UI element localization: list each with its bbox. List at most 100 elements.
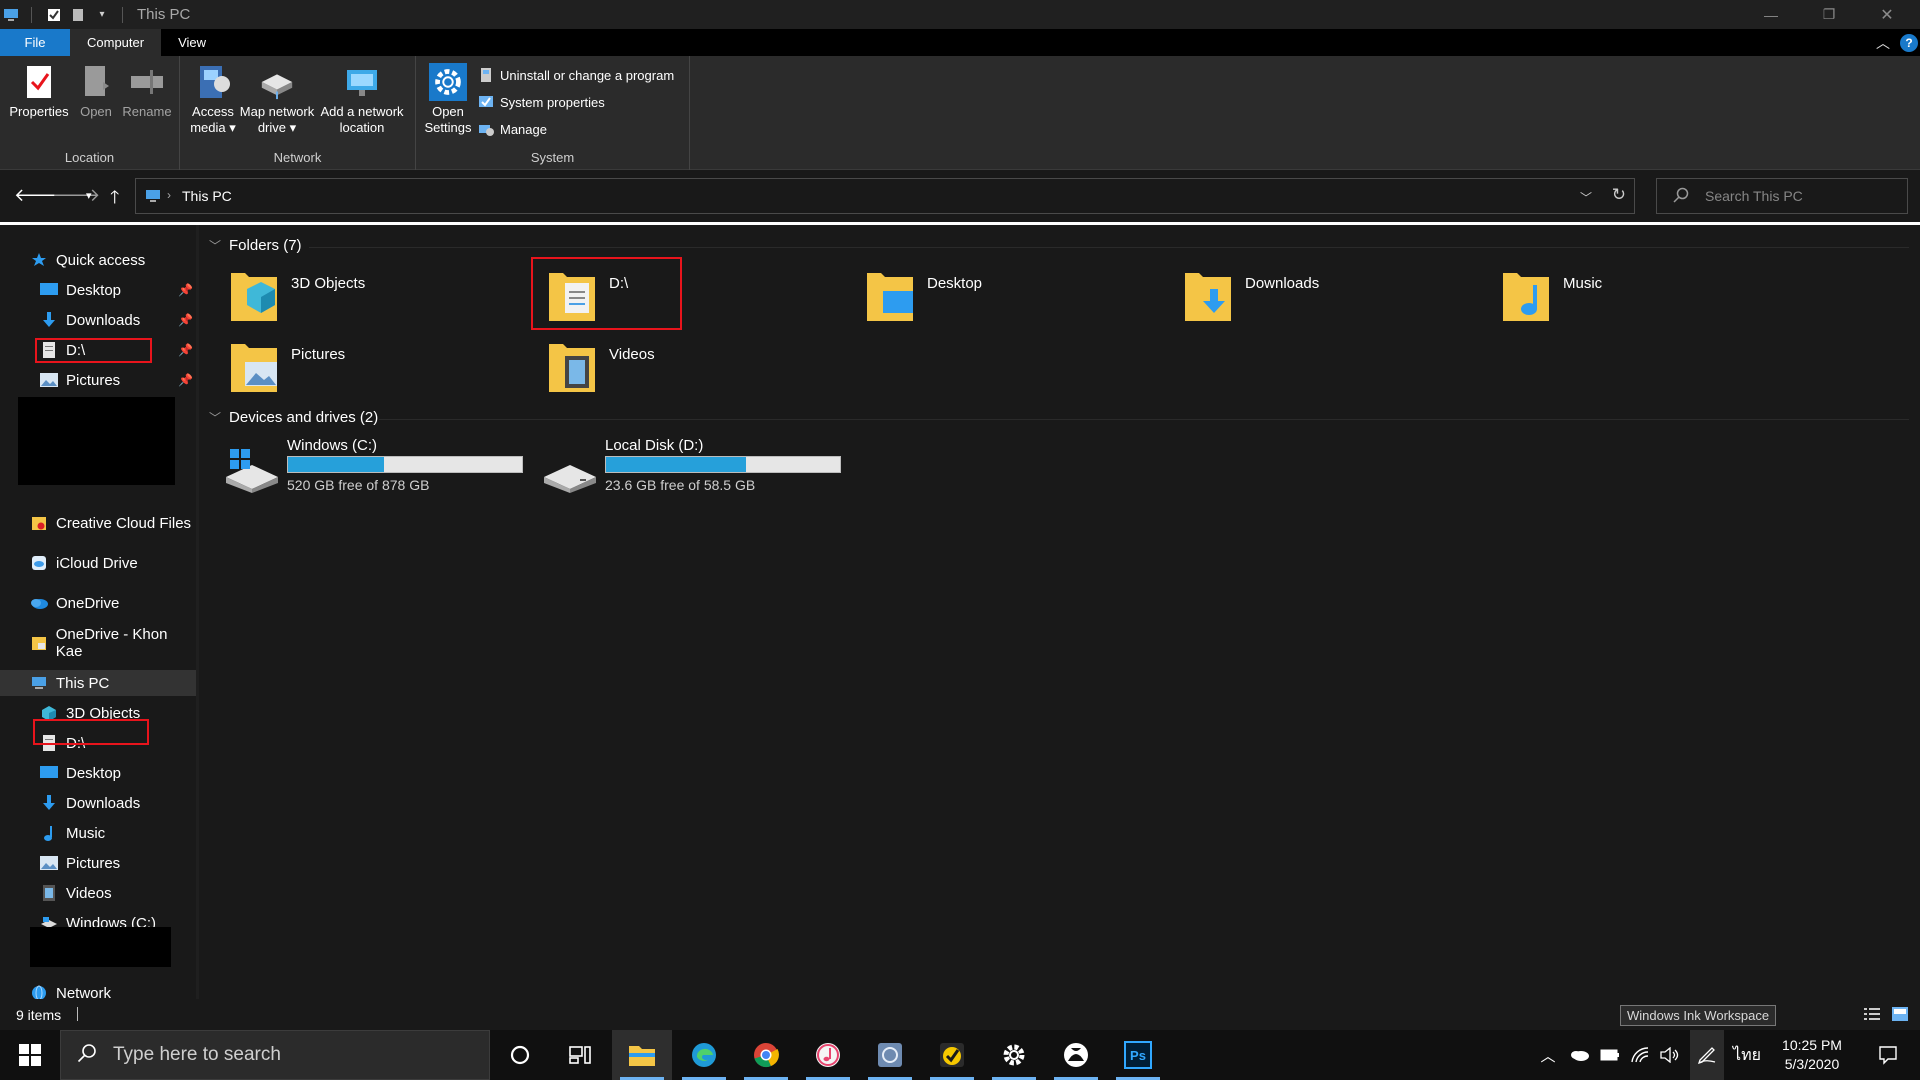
maximize-button[interactable]: ❐ <box>1800 0 1858 29</box>
nav-pc-desktop[interactable]: Desktop <box>0 760 196 786</box>
help-icon[interactable]: ? <box>1900 34 1918 52</box>
highlight-box <box>33 719 149 745</box>
tab-view[interactable]: View <box>161 29 223 56</box>
nav-pc-downloads[interactable]: Downloads <box>0 790 196 816</box>
network-location-icon <box>343 62 381 102</box>
nav-quick-pictures[interactable]: Pictures 📌 <box>0 367 196 393</box>
tab-computer[interactable]: Computer <box>70 29 162 56</box>
minimize-button[interactable]: — <box>1742 0 1800 29</box>
file-explorer-icon[interactable] <box>612 1030 672 1080</box>
chrome-icon[interactable] <box>736 1030 796 1080</box>
forward-arrow-icon[interactable]: 🡒 <box>52 185 100 206</box>
taskbar-search-input[interactable]: Type here to search <box>60 1030 490 1080</box>
rename-icon <box>128 62 166 102</box>
folder-3d-objects[interactable]: 3D Objects <box>199 267 499 331</box>
this-pc-icon[interactable] <box>3 7 19 23</box>
large-icons-view-icon[interactable] <box>1892 1007 1908 1021</box>
pin-icon[interactable]: 📌 <box>178 283 193 297</box>
nav-quick-desktop[interactable]: Desktop 📌 <box>0 277 196 303</box>
collapse-chevron-icon[interactable]: ﹀ <box>209 409 221 426</box>
onedrive-tray-icon[interactable] <box>1566 1030 1594 1080</box>
collapse-ribbon-icon[interactable]: ︿ <box>1876 33 1890 53</box>
windows-ink-pen-icon[interactable] <box>1690 1030 1724 1080</box>
nav-pc-pictures[interactable]: Pictures <box>0 850 196 876</box>
xbox-icon[interactable] <box>1046 1030 1106 1080</box>
open-settings-button[interactable]: Open Settings <box>418 62 478 136</box>
nav-this-pc[interactable]: This PC <box>0 670 196 696</box>
details-view-icon[interactable] <box>1864 1007 1880 1021</box>
settings-icon[interactable] <box>984 1030 1044 1080</box>
ribbon-tabs: File Computer View ︿ ? <box>0 29 1920 56</box>
battery-icon[interactable] <box>1596 1030 1624 1080</box>
videos-film-icon <box>40 884 58 902</box>
address-bar[interactable]: › This PC ﹀ ↻ <box>135 178 1635 214</box>
app-icon[interactable] <box>860 1030 920 1080</box>
map-network-drive-button[interactable]: Map network drive ▾ <box>238 62 316 136</box>
pin-icon[interactable]: 📌 <box>178 343 193 357</box>
language-indicator[interactable]: ไทย <box>1730 1030 1764 1080</box>
drive-windows-c[interactable]: Windows (C:) 520 GB free of 878 GB <box>199 435 523 505</box>
address-row: 🡐 🡒 ▾ 🡑 › This PC ﹀ ↻ Search This PC <box>0 171 1920 222</box>
nav-pc-music[interactable]: Music <box>0 820 196 846</box>
folder-desktop[interactable]: Desktop <box>835 267 1135 331</box>
itunes-icon[interactable] <box>798 1030 858 1080</box>
nav-onedrive[interactable]: OneDrive <box>0 590 196 616</box>
show-hidden-icons-chevron-icon[interactable]: ︿ <box>1536 1030 1560 1080</box>
norton-icon[interactable] <box>922 1030 982 1080</box>
task-view-icon[interactable] <box>550 1030 610 1080</box>
photoshop-icon[interactable]: Ps <box>1108 1030 1168 1080</box>
music-folder-icon <box>1503 273 1549 321</box>
add-network-location-button[interactable]: Add a network location <box>318 62 406 136</box>
breadcrumb[interactable]: This PC <box>182 188 232 204</box>
nav-pc-videos[interactable]: Videos <box>0 880 196 906</box>
properties-icon <box>20 62 58 102</box>
volume-icon[interactable] <box>1656 1030 1684 1080</box>
breadcrumb-chevron-icon[interactable]: › <box>167 188 171 202</box>
recent-locations-chevron-icon[interactable]: ▾ <box>86 189 92 202</box>
drive-local-disk-d[interactable]: Local Disk (D:) 23.6 GB free of 58.5 GB <box>517 435 841 505</box>
quick-access-toolbar: ▾ This PC <box>0 6 190 23</box>
title-bar: ▾ This PC — ❐ ✕ <box>0 0 1920 29</box>
folder-pictures[interactable]: Pictures <box>199 338 499 402</box>
drives-group-header[interactable]: ﹀ Devices and drives (2) <box>209 409 378 426</box>
pin-icon[interactable]: 📌 <box>178 313 193 327</box>
nav-icloud-drive[interactable]: iCloud Drive <box>0 550 196 576</box>
pin-icon[interactable]: 📌 <box>178 373 193 387</box>
navigation-pane: Quick access Desktop 📌 Downloads 📌 D:\ 📌… <box>0 225 196 1002</box>
rename-button[interactable]: Rename <box>114 62 180 120</box>
nav-quick-downloads[interactable]: Downloads 📌 <box>0 307 196 333</box>
action-center-icon[interactable] <box>1868 1030 1908 1080</box>
manage-button[interactable]: Manage <box>478 121 547 137</box>
star-icon <box>30 251 48 269</box>
collapse-chevron-icon[interactable]: ﹀ <box>209 237 221 254</box>
address-dropdown-chevron-icon[interactable]: ﹀ <box>1580 189 1592 206</box>
folder-videos[interactable]: Videos <box>517 338 817 402</box>
properties-icon[interactable] <box>46 7 62 23</box>
close-button[interactable]: ✕ <box>1858 0 1916 29</box>
nav-onedrive-khon-kaen[interactable]: OneDrive - Khon Kae <box>0 626 196 660</box>
edge-icon[interactable] <box>674 1030 734 1080</box>
access-media-button[interactable]: Access media ▾ <box>180 62 246 136</box>
nav-quick-access[interactable]: Quick access <box>0 247 196 273</box>
desktop-icon <box>40 281 58 299</box>
up-arrow-icon[interactable]: 🡑 <box>110 185 119 215</box>
customize-toolbar-icon[interactable]: ▾ <box>94 7 110 23</box>
search-input[interactable]: Search This PC <box>1656 178 1908 214</box>
folders-group-header[interactable]: ﹀ Folders (7) <box>209 237 302 254</box>
uninstall-program-button[interactable]: Uninstall or change a program <box>478 67 674 83</box>
desktop-icon <box>40 764 58 782</box>
new-folder-icon[interactable] <box>70 7 86 23</box>
pictures-icon <box>40 371 58 389</box>
nav-creative-cloud[interactable]: Creative Cloud Files <box>0 510 196 536</box>
videos-folder-icon <box>549 344 595 392</box>
folder-downloads[interactable]: Downloads <box>1153 267 1453 331</box>
tab-file[interactable]: File <box>0 29 70 56</box>
clock[interactable]: 10:25 PM 5/3/2020 <box>1760 1036 1864 1074</box>
system-properties-button[interactable]: System properties <box>478 94 605 110</box>
start-button[interactable] <box>0 1030 60 1080</box>
redacted-block <box>30 927 171 967</box>
cortana-icon[interactable] <box>490 1030 550 1080</box>
wifi-icon[interactable] <box>1626 1030 1654 1080</box>
folder-music[interactable]: Music <box>1471 267 1771 331</box>
refresh-icon[interactable]: ↻ <box>1612 185 1626 205</box>
